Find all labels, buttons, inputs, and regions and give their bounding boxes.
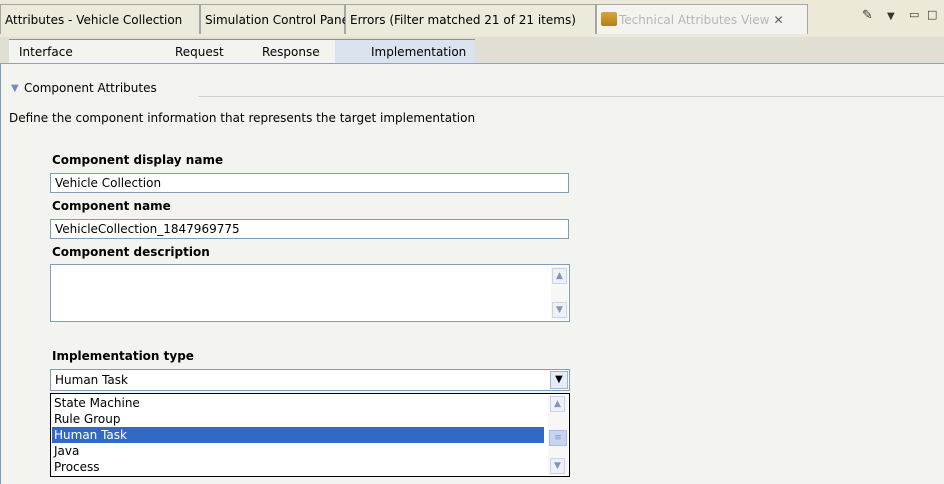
list-scrollbar[interactable]: ▲ ≡ ▼ <box>548 395 568 475</box>
list-option-selected[interactable]: Human Task <box>52 427 544 443</box>
tab-request[interactable]: Request <box>155 39 250 63</box>
tab-technical-attributes-view[interactable]: Technical Attributes View ✕ <box>596 4 808 34</box>
tab-attributes-vehicle-collection[interactable]: Attributes - Vehicle Collection <box>0 4 200 34</box>
chevron-down-icon[interactable]: ▼ <box>550 371 568 389</box>
tab-errors[interactable]: Errors (Filter matched 21 of 21 items) <box>345 4 596 34</box>
tab-label: Attributes - Vehicle Collection <box>5 13 183 27</box>
tab-label: Response <box>262 45 320 59</box>
scroll-down-icon[interactable]: ▼ <box>550 458 565 474</box>
component-name-label: Component name <box>52 199 171 213</box>
view-tab-bar: Attributes - Vehicle Collection Simulati… <box>0 0 944 37</box>
implementation-type-list[interactable]: State Machine Rule Group Human Task Java… <box>50 393 570 477</box>
minimize-icon[interactable]: ▭ <box>909 8 919 21</box>
chevron-down-icon[interactable]: ▼ <box>887 11 895 22</box>
implementation-type-label: Implementation type <box>52 349 194 363</box>
tab-label: Request <box>175 45 224 59</box>
scroll-up-icon[interactable]: ▲ <box>550 396 565 412</box>
component-description-field[interactable]: ▲ ▼ <box>50 264 570 322</box>
scroll-down-icon[interactable]: ▼ <box>552 302 567 318</box>
tab-label: Technical Attributes View <box>619 13 770 27</box>
section-description: Define the component information that re… <box>9 111 476 125</box>
tab-response[interactable]: Response <box>250 39 335 63</box>
maximize-icon[interactable]: □ <box>927 8 937 21</box>
tab-simulation-control-panel[interactable]: Simulation Control Panel <box>200 4 352 34</box>
list-option[interactable]: Java <box>52 443 544 459</box>
close-icon[interactable]: ✕ <box>773 13 783 27</box>
combo-value: Human Task <box>55 373 128 387</box>
list-option[interactable]: Process <box>52 459 544 475</box>
tab-label: Interface <box>19 45 73 59</box>
description-scrollbar[interactable]: ▲ ▼ <box>551 266 568 320</box>
scroll-thumb[interactable]: ≡ <box>549 430 567 446</box>
tab-label: Simulation Control Panel <box>205 13 353 27</box>
page-tab-bar: Interface Request Response Implementatio… <box>0 37 944 64</box>
list-option[interactable]: State Machine <box>52 395 544 411</box>
scroll-up-icon[interactable]: ▲ <box>552 268 567 284</box>
section-divider <box>198 96 944 97</box>
tab-label: Errors (Filter matched 21 of 21 items) <box>350 13 576 27</box>
display-name-field[interactable]: Vehicle Collection <box>50 173 569 193</box>
display-name-label: Component display name <box>52 153 224 167</box>
component-description-label: Component description <box>52 245 210 259</box>
component-name-field[interactable]: VehicleCollection_1847969775 <box>50 219 569 239</box>
section-title[interactable]: Component Attributes <box>24 81 157 95</box>
edit-icon[interactable]: ✎ <box>862 8 873 23</box>
list-option[interactable]: Rule Group <box>52 411 544 427</box>
tab-interface[interactable]: Interface <box>9 39 155 63</box>
tab-implementation[interactable]: Implementation <box>335 39 475 63</box>
view-icon <box>601 12 617 26</box>
tab-label: Implementation <box>371 45 467 59</box>
implementation-type-combo[interactable]: Human Task ▼ <box>50 369 570 391</box>
expand-triangle-icon[interactable]: ▼ <box>11 83 19 94</box>
